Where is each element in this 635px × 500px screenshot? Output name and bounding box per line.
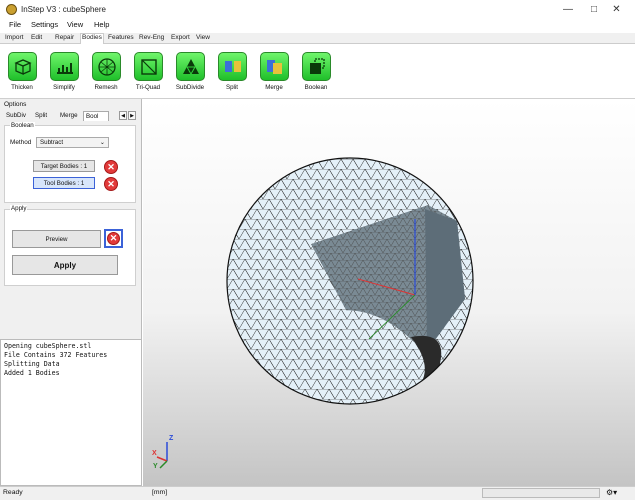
- tab-features[interactable]: Features: [107, 34, 135, 41]
- tab-edit[interactable]: Edit: [30, 34, 43, 41]
- output-log: Opening cubeSphere.stl File Contains 372…: [0, 339, 142, 486]
- log-line: Added 1 Bodies: [4, 369, 60, 377]
- subdivide-button[interactable]: SubDivide: [170, 50, 210, 95]
- tab-scroll-left-button[interactable]: ◀: [119, 111, 127, 120]
- merge-icon: [259, 52, 289, 81]
- remesh-label: Remesh: [94, 84, 118, 91]
- method-label: Method: [10, 139, 32, 146]
- method-value: Subtract: [40, 139, 64, 146]
- ribbon-tab-bar: Import Edit Repair Bodies Features Rev-E…: [0, 33, 635, 44]
- options-heading: Options: [4, 101, 27, 108]
- status-text: Ready: [3, 489, 23, 496]
- tab-split[interactable]: Split: [33, 111, 49, 121]
- simplify-icon: [49, 52, 79, 81]
- menu-view[interactable]: View: [67, 20, 83, 29]
- preview-button[interactable]: Preview: [12, 230, 101, 248]
- tab-scroll-right-button[interactable]: ▶: [128, 111, 136, 120]
- axis-x-label: X: [152, 450, 157, 457]
- thicken-label: Thicken: [11, 84, 33, 91]
- thicken-icon: [7, 52, 37, 81]
- cancel-preview-icon: ✕: [107, 232, 120, 245]
- tri-quad-label: Tri-Quad: [135, 84, 161, 91]
- axis-z-label: Z: [169, 435, 174, 442]
- clear-tool-bodies-icon[interactable]: ✕: [104, 177, 118, 191]
- simplify-button[interactable]: Simplify: [44, 50, 84, 95]
- split-label: Split: [225, 84, 239, 91]
- menu-bar: File Settings View Help: [0, 19, 635, 31]
- progress-bar: [482, 488, 600, 498]
- log-line: Splitting Data: [4, 360, 60, 368]
- axis-y-label: Y: [153, 463, 158, 470]
- target-bodies-button[interactable]: Target Bodies : 1: [33, 160, 95, 172]
- tab-view[interactable]: View: [195, 34, 211, 41]
- tab-subdiv[interactable]: SubDiv: [4, 111, 28, 121]
- subdivide-icon: [175, 52, 205, 81]
- tab-merge[interactable]: Merge: [58, 111, 80, 121]
- boolean-icon: [301, 52, 331, 81]
- title-bar: InStep V3 : cubeSphere — □ ✕: [0, 0, 635, 19]
- log-line: Opening cubeSphere.stl: [4, 342, 92, 350]
- simplify-label: Simplify: [53, 84, 75, 91]
- tool-bodies-button[interactable]: Tool Bodies : 1: [33, 177, 95, 189]
- merge-button[interactable]: Merge: [254, 50, 294, 95]
- units-label: [mm]: [152, 489, 168, 496]
- app-logo-icon: [6, 4, 17, 15]
- subdivide-label: SubDivide: [175, 84, 205, 91]
- chevron-down-icon: ⌄: [99, 139, 105, 146]
- 3d-viewport[interactable]: Z X Y: [143, 99, 635, 486]
- close-window-button[interactable]: ✕: [598, 0, 635, 19]
- clear-target-bodies-icon[interactable]: ✕: [104, 160, 118, 174]
- tri-quad-button[interactable]: Tri-Quad: [128, 50, 168, 95]
- remesh-icon: [91, 52, 121, 81]
- split-icon: [217, 52, 247, 81]
- ribbon-toolbar: Thicken Simplify Remesh Tri-Quad SubDivi…: [0, 44, 635, 99]
- apply-button[interactable]: Apply: [12, 255, 118, 275]
- boolean-button[interactable]: Boolean: [296, 50, 336, 95]
- tab-repair[interactable]: Repair: [54, 34, 75, 41]
- boolean-group-title: Boolean: [10, 122, 35, 129]
- tab-export[interactable]: Export: [170, 34, 191, 41]
- menu-help[interactable]: Help: [94, 20, 109, 29]
- axis-triad: Z X Y: [151, 435, 191, 475]
- remesh-button[interactable]: Remesh: [86, 50, 126, 95]
- menu-file[interactable]: File: [9, 20, 21, 29]
- tab-rev-eng[interactable]: Rev-Eng: [138, 34, 165, 41]
- split-button[interactable]: Split: [212, 50, 252, 95]
- window-title: InStep V3 : cubeSphere: [21, 5, 106, 14]
- tab-bool[interactable]: Bool: [83, 111, 109, 121]
- tab-bodies[interactable]: Bodies: [80, 33, 104, 44]
- mesh-model: [226, 157, 474, 405]
- merge-label: Merge: [265, 84, 283, 91]
- boolean-label: Boolean: [304, 84, 328, 91]
- tab-import[interactable]: Import: [4, 34, 24, 41]
- tab-scroll-arrows: ◀ ▶: [119, 111, 137, 120]
- menu-settings[interactable]: Settings: [31, 20, 58, 29]
- gear-icon[interactable]: ⚙▾: [606, 488, 617, 497]
- tri-quad-icon: [133, 52, 163, 81]
- thicken-button[interactable]: Thicken: [2, 50, 42, 95]
- log-line: File Contains 372 Features: [4, 351, 108, 359]
- apply-group-title: Apply: [10, 205, 28, 212]
- method-select[interactable]: Subtract ⌄: [36, 137, 109, 148]
